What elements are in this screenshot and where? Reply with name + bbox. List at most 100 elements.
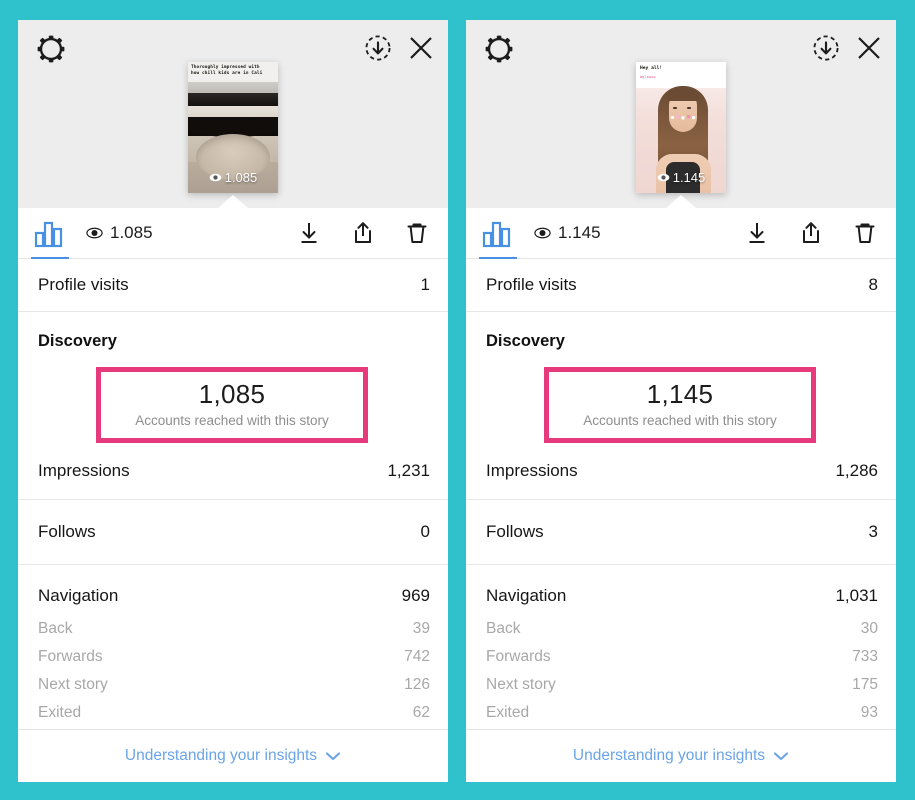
nav-forwards-label-left: Forwards	[38, 647, 103, 665]
follows-label-right: Follows	[486, 521, 544, 541]
story-caption-left: Thoroughly impressed with how chill kids…	[191, 65, 263, 76]
navigation-subrow-exited-right: Exited 93	[466, 699, 896, 727]
insights-comparison-stage: Thoroughly impressed with how chill kids…	[0, 0, 915, 800]
views-count-left: 1.085	[86, 223, 153, 243]
nav-next-story-value-right: 175	[852, 675, 878, 693]
nav-exited-value-left: 62	[412, 703, 430, 721]
panel-body-right: 1.145 Profile visits 8 Discovery 1,145 A…	[466, 208, 896, 782]
nav-back-label-left: Back	[38, 619, 73, 637]
thumbnail-views-value-right: 1.145	[672, 170, 706, 185]
profile-visits-label-right: Profile visits	[486, 275, 577, 294]
active-tab-indicator	[31, 257, 69, 259]
gear-icon[interactable]	[481, 31, 517, 67]
eye-icon	[534, 227, 551, 239]
header-actions-left	[364, 33, 436, 63]
navigation-value-left: 969	[401, 585, 430, 605]
thumbnail-pointer-right	[666, 195, 696, 208]
chevron-down-icon	[774, 752, 789, 761]
nav-back-label-right: Back	[486, 619, 521, 637]
navigation-row-left: Navigation 969	[18, 577, 448, 615]
thumbnail-views-right: 1.145	[636, 170, 726, 185]
action-icons-left	[296, 220, 430, 246]
impressions-row-right: Impressions 1,286	[466, 443, 896, 500]
profile-visits-label-left: Profile visits	[38, 275, 129, 294]
discovery-section-left: Discovery 1,085 Accounts reached with th…	[18, 312, 448, 443]
nav-next-story-value-left: 126	[404, 675, 430, 693]
views-count-value-left: 1.085	[110, 223, 153, 242]
close-icon[interactable]	[406, 33, 436, 63]
impressions-row-left: Impressions 1,231	[18, 443, 448, 500]
thumbnail-art-eye-right	[687, 107, 691, 109]
accounts-reached-highlight-right: 1,145 Accounts reached with this story	[544, 367, 816, 443]
understanding-insights-label-left: Understanding your insights	[124, 747, 318, 764]
eye-icon	[657, 173, 670, 182]
follows-row-left: Follows 0	[18, 500, 448, 565]
impressions-label-right: Impressions	[486, 460, 578, 480]
story-caption-right: Hey all!	[640, 66, 663, 71]
follows-value-right: 3	[868, 521, 878, 541]
nav-forwards-value-right: 733	[852, 647, 878, 665]
bar-chart-icon[interactable]	[31, 218, 69, 259]
download-circle-icon[interactable]	[364, 34, 392, 62]
navigation-subrow-exited-left: Exited 62	[18, 699, 448, 727]
understanding-insights-label-right: Understanding your insights	[572, 747, 766, 764]
accounts-reached-highlight-left: 1,085 Accounts reached with this story	[96, 367, 368, 443]
bar-chart-icon[interactable]	[479, 218, 517, 259]
story-thumbnail-left[interactable]: Thoroughly impressed with how chill kids…	[188, 62, 278, 193]
thumbnail-art-bangs	[667, 89, 699, 101]
accounts-reached-value-left: 1,085	[198, 379, 266, 409]
nav-exited-value-right: 93	[860, 703, 878, 721]
story-subcaption-right: #glowup	[640, 75, 656, 79]
thumbnail-pointer-left	[218, 195, 248, 208]
profile-visits-value-right: 8	[868, 275, 878, 294]
thumbnail-art-flower-filter	[669, 114, 697, 121]
share-icon[interactable]	[350, 220, 376, 246]
download-icon[interactable]	[296, 220, 322, 246]
download-circle-icon[interactable]	[812, 34, 840, 62]
nav-exited-label-left: Exited	[38, 703, 82, 721]
gear-icon[interactable]	[33, 31, 69, 67]
views-count-value-right: 1.145	[558, 223, 601, 242]
navigation-label-right: Navigation	[486, 585, 567, 605]
navigation-subrow-next-story-right: Next story 175	[466, 671, 896, 699]
action-row-right: 1.145	[466, 208, 896, 259]
thumbnail-views-value-left: 1.085	[224, 170, 258, 185]
accounts-reached-label-left: Accounts reached with this story	[135, 412, 329, 428]
nav-forwards-value-left: 742	[404, 647, 430, 665]
nav-back-value-right: 30	[860, 619, 878, 637]
impressions-value-left: 1,231	[387, 460, 430, 480]
nav-back-value-left: 39	[412, 619, 430, 637]
discovery-title-right: Discovery	[486, 332, 565, 350]
story-thumbnail-right[interactable]: Hey all! #glowup 1.145	[636, 62, 726, 193]
panel-header-right: Hey all! #glowup 1.145	[466, 20, 896, 208]
understanding-insights-link-right[interactable]: Understanding your insights	[466, 729, 896, 782]
thumbnail-views-left: 1.085	[188, 170, 278, 185]
profile-visits-row-right: Profile visits 8	[466, 259, 896, 312]
understanding-insights-link-left[interactable]: Understanding your insights	[18, 729, 448, 782]
accounts-reached-label-right: Accounts reached with this story	[583, 412, 777, 428]
close-icon[interactable]	[854, 33, 884, 63]
active-tab-indicator	[479, 257, 517, 259]
trash-icon[interactable]	[852, 220, 878, 246]
profile-visits-value-left: 1	[420, 275, 430, 294]
navigation-row-right: Navigation 1,031	[466, 577, 896, 615]
navigation-value-right: 1,031	[835, 585, 878, 605]
discovery-title-left: Discovery	[38, 332, 117, 350]
impressions-label-left: Impressions	[38, 460, 130, 480]
navigation-subrow-next-story-left: Next story 126	[18, 671, 448, 699]
action-row-left: 1.085	[18, 208, 448, 259]
profile-visits-row-left: Profile visits 1	[18, 259, 448, 312]
nav-next-story-label-right: Next story	[486, 675, 556, 693]
nav-exited-label-right: Exited	[486, 703, 530, 721]
navigation-label-left: Navigation	[38, 585, 119, 605]
story-insights-panel-right: Hey all! #glowup 1.145 1.145 Profile vis…	[466, 20, 896, 782]
trash-icon[interactable]	[404, 220, 430, 246]
navigation-subrow-forwards-right: Forwards 733	[466, 643, 896, 671]
share-icon[interactable]	[798, 220, 824, 246]
follows-value-left: 0	[420, 521, 430, 541]
views-count-right: 1.145	[534, 223, 601, 243]
follows-label-left: Follows	[38, 521, 96, 541]
nav-next-story-label-left: Next story	[38, 675, 108, 693]
impressions-value-right: 1,286	[835, 460, 878, 480]
download-icon[interactable]	[744, 220, 770, 246]
